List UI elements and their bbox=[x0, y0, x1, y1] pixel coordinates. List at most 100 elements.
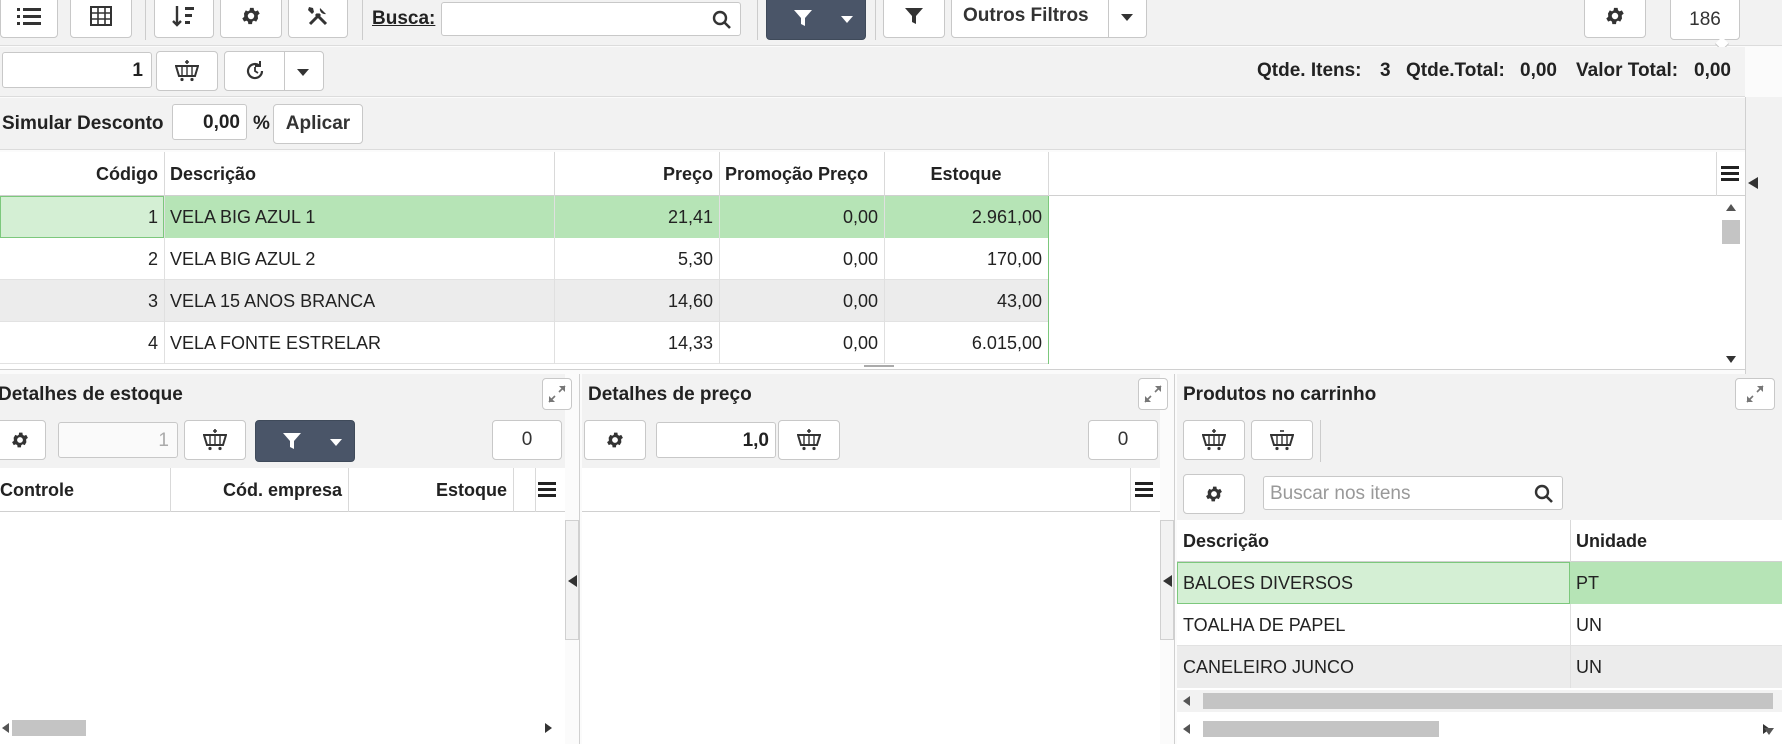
cart-table-horizontal-scrollbar[interactable] bbox=[1177, 690, 1782, 712]
stock-qty-input[interactable]: 1 bbox=[58, 422, 178, 458]
cell-descricao: VELA FONTE ESTRELAR bbox=[170, 332, 382, 353]
stock-add-to-cart-button[interactable] bbox=[184, 420, 246, 460]
scroll-down-icon[interactable] bbox=[1764, 728, 1774, 735]
expand-price-panel-button[interactable] bbox=[1138, 378, 1168, 410]
list-view-button[interactable] bbox=[0, 0, 58, 38]
other-filters-label: Outros Filtros bbox=[963, 5, 1089, 26]
stock-filter-dropdown-button[interactable] bbox=[255, 420, 355, 462]
gear-icon bbox=[1606, 7, 1624, 25]
cart-add-button[interactable] bbox=[1183, 420, 1245, 460]
table-row[interactable]: TOALHA DE PAPEL UN bbox=[1177, 604, 1782, 646]
column-header-codigo[interactable]: Código bbox=[0, 152, 164, 196]
cart-add-icon bbox=[1202, 429, 1226, 451]
table-row[interactable]: BALOES DIVERSOS PT bbox=[1177, 562, 1782, 604]
scroll-left-icon[interactable] bbox=[2, 723, 9, 733]
scroll-up-icon[interactable] bbox=[1726, 204, 1736, 211]
cell-promocao: 0,00 bbox=[842, 332, 878, 353]
column-menu-icon[interactable] bbox=[1135, 480, 1153, 498]
expand-icon bbox=[1144, 385, 1162, 403]
column-menu-icon[interactable] bbox=[1721, 164, 1739, 182]
price-settings-button[interactable] bbox=[584, 420, 646, 460]
filter-icon bbox=[794, 10, 812, 26]
collapse-right-panel-icon[interactable] bbox=[1748, 177, 1758, 189]
total-qty-label: Qtde.Total: bbox=[1406, 60, 1505, 81]
expand-icon bbox=[548, 385, 566, 403]
scrollbar-thumb[interactable] bbox=[1722, 220, 1740, 244]
tools-icon bbox=[308, 7, 328, 26]
price-details-panel: Detalhes de preço 1,0 0 bbox=[582, 374, 1168, 744]
cell-estoque: 170,00 bbox=[986, 248, 1042, 269]
toolbar-settings-button[interactable] bbox=[1584, 0, 1646, 38]
price-qty-input[interactable]: 1,0 bbox=[656, 422, 776, 458]
scrollbar-thumb[interactable] bbox=[1203, 721, 1439, 737]
table-row[interactable]: 2 VELA BIG AZUL 2 5,30 0,00 170,00 bbox=[0, 238, 1048, 280]
price-count-badge: 0 bbox=[1088, 420, 1158, 460]
cell-codigo: 3 bbox=[147, 290, 158, 311]
cell-unidade: PT bbox=[1576, 572, 1600, 593]
cell-estoque: 43,00 bbox=[996, 290, 1042, 311]
filter-dropdown-button[interactable] bbox=[766, 0, 866, 40]
expand-stock-panel-button[interactable] bbox=[542, 378, 572, 410]
settings-button[interactable] bbox=[220, 0, 282, 38]
column-header-controle[interactable]: Controle bbox=[0, 468, 170, 512]
panel-splitter[interactable] bbox=[1160, 520, 1174, 640]
sort-button[interactable] bbox=[154, 0, 214, 38]
cart-panel-horizontal-scrollbar[interactable] bbox=[1177, 718, 1782, 740]
cart-search-input[interactable]: Buscar nos itens bbox=[1263, 476, 1563, 510]
stock-horizontal-scrollbar[interactable] bbox=[0, 718, 560, 738]
expand-icon bbox=[1746, 385, 1764, 403]
history-icon bbox=[246, 61, 264, 80]
cell-preco: 14,33 bbox=[667, 332, 713, 353]
search-input[interactable] bbox=[441, 2, 741, 36]
panel-splitter[interactable] bbox=[565, 520, 579, 640]
column-header-preco[interactable]: Preço bbox=[554, 152, 719, 196]
apply-discount-button[interactable]: Aplicar bbox=[273, 104, 363, 144]
table-row[interactable]: 4 VELA FONTE ESTRELAR 14,33 0,00 6.015,0… bbox=[0, 322, 1048, 364]
apply-discount-label: Aplicar bbox=[285, 113, 351, 134]
table-view-button[interactable] bbox=[70, 0, 132, 38]
cell-codigo: 1 bbox=[147, 206, 158, 227]
scroll-left-icon[interactable] bbox=[1183, 724, 1190, 734]
column-header-promocao-preco[interactable]: Promoção Preço bbox=[719, 152, 884, 196]
scrollbar-thumb[interactable] bbox=[1203, 693, 1773, 709]
scroll-down-icon[interactable] bbox=[1726, 356, 1736, 363]
column-header-estoque[interactable]: Estoque bbox=[348, 468, 513, 512]
cart-settings-button[interactable] bbox=[1183, 474, 1245, 514]
cart-remove-button[interactable] bbox=[1251, 420, 1313, 460]
cell-preco: 14,60 bbox=[667, 290, 713, 311]
scroll-right-icon[interactable] bbox=[545, 723, 552, 733]
cart-search-placeholder: Buscar nos itens bbox=[1270, 483, 1411, 504]
gear-icon bbox=[1206, 486, 1222, 502]
scrollbar-thumb[interactable] bbox=[12, 720, 86, 736]
column-header-descricao[interactable]: Descrição bbox=[164, 152, 554, 196]
table-row[interactable]: 1 VELA BIG AZUL 1 21,41 0,00 2.961,00 bbox=[0, 196, 1048, 238]
products-grid: Código Descrição Preço Promoção Preço Es… bbox=[0, 152, 1745, 370]
add-to-cart-button[interactable] bbox=[156, 51, 218, 91]
history-dropdown-button[interactable] bbox=[224, 51, 324, 91]
stock-settings-button[interactable] bbox=[0, 420, 46, 460]
column-header-estoque[interactable]: Estoque bbox=[884, 152, 1048, 196]
column-header-descricao[interactable]: Descrição bbox=[1177, 520, 1570, 562]
other-filters-button[interactable]: Outros Filtros bbox=[951, 0, 1147, 38]
search-icon[interactable] bbox=[1534, 484, 1554, 504]
search-icon[interactable] bbox=[712, 10, 732, 30]
scroll-left-icon[interactable] bbox=[1183, 696, 1190, 706]
products-vertical-scrollbar[interactable] bbox=[1720, 200, 1742, 368]
quantity-input[interactable]: 1 bbox=[2, 52, 152, 88]
expand-cart-panel-button[interactable] bbox=[1735, 378, 1775, 410]
filter-button[interactable] bbox=[883, 0, 945, 38]
resize-handle[interactable] bbox=[864, 365, 894, 367]
column-menu-icon[interactable] bbox=[538, 480, 556, 498]
cart-add-icon bbox=[175, 60, 199, 82]
column-header-cod-empresa[interactable]: Cód. empresa bbox=[170, 468, 348, 512]
discount-input[interactable]: 0,00 bbox=[172, 104, 247, 140]
table-row[interactable]: 3 VELA 15 ANOS BRANCA 14,60 0,00 43,00 bbox=[0, 280, 1048, 322]
tools-button[interactable] bbox=[288, 0, 348, 38]
record-count-value: 186 bbox=[1689, 9, 1721, 30]
price-add-to-cart-button[interactable] bbox=[778, 420, 840, 460]
stock-panel-title: Detalhes de estoque bbox=[0, 384, 183, 405]
gear-icon bbox=[607, 432, 623, 448]
table-row[interactable]: CANELEIRO JUNCO UN bbox=[1177, 646, 1782, 688]
column-header-unidade[interactable]: Unidade bbox=[1570, 520, 1782, 562]
cell-descricao: CANELEIRO JUNCO bbox=[1183, 656, 1355, 677]
